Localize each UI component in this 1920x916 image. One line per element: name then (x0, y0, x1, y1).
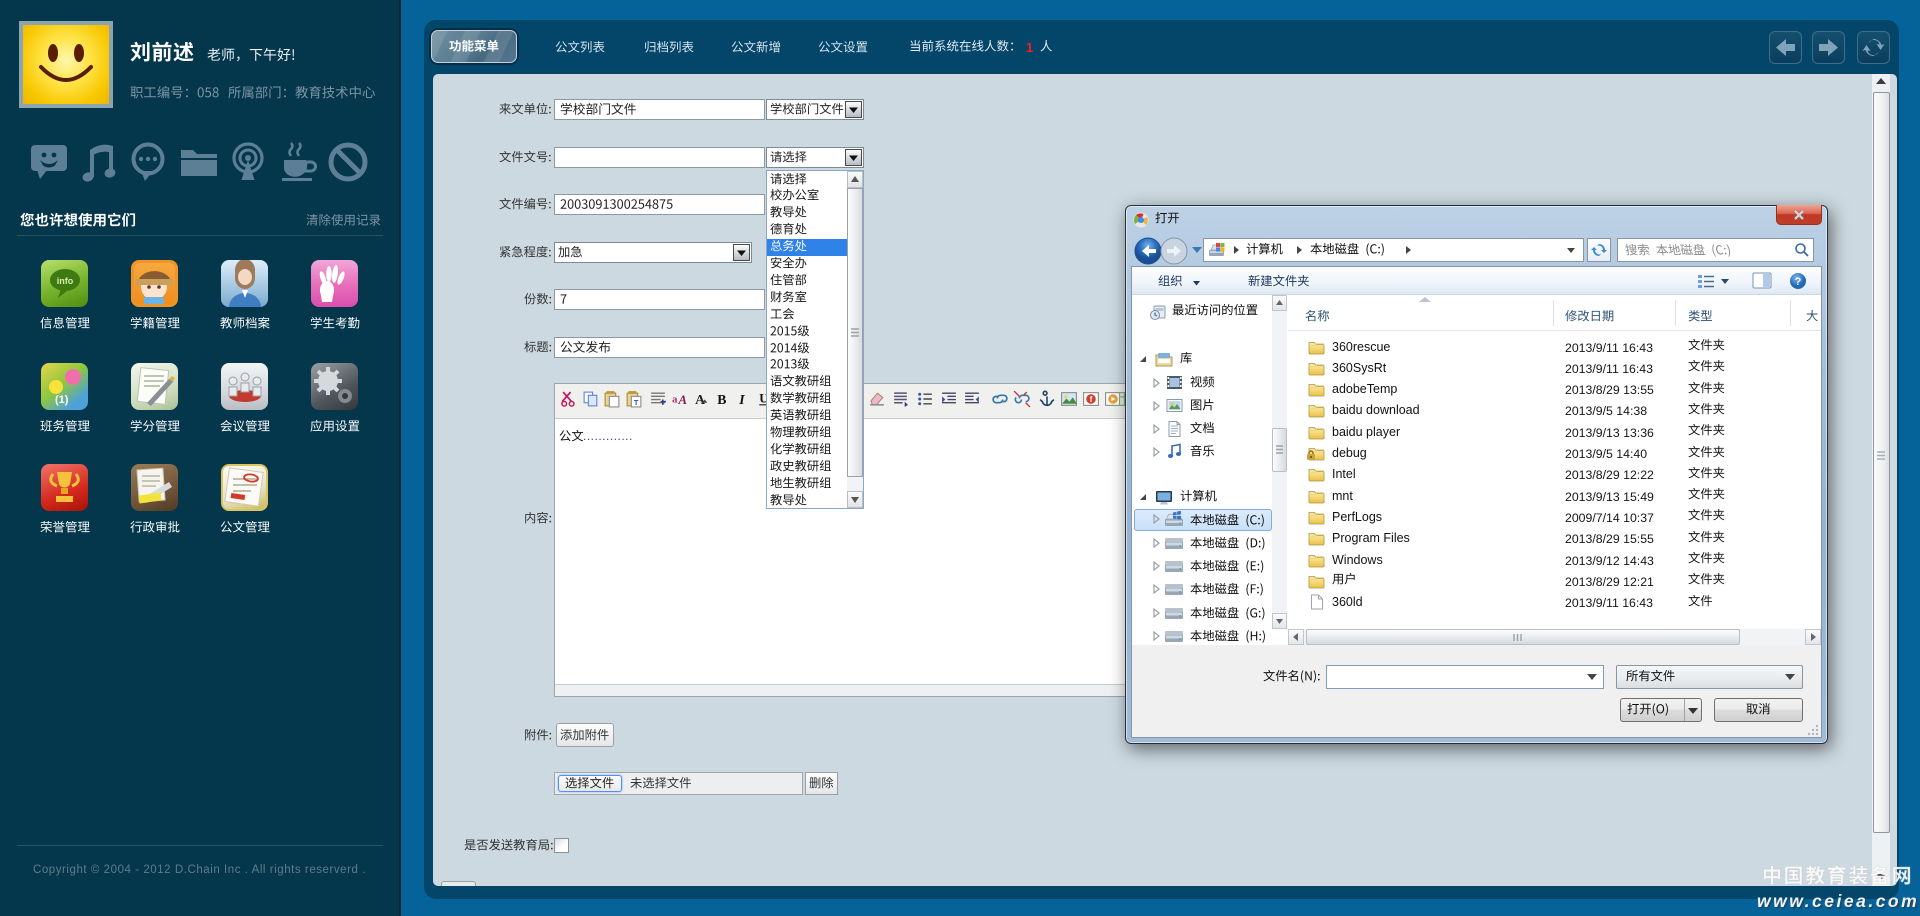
svg-text:I: I (738, 392, 745, 407)
svg-text:info: info (57, 276, 74, 286)
svg-text:A: A (695, 392, 705, 407)
svg-text:f: f (1090, 394, 1093, 404)
svg-text:?: ? (1795, 276, 1802, 288)
svg-text:(1): (1) (55, 394, 69, 406)
svg-text:T: T (634, 398, 639, 407)
svg-text:A: A (677, 393, 686, 407)
svg-text:a: a (672, 395, 678, 406)
svg-text:B: B (717, 392, 726, 407)
